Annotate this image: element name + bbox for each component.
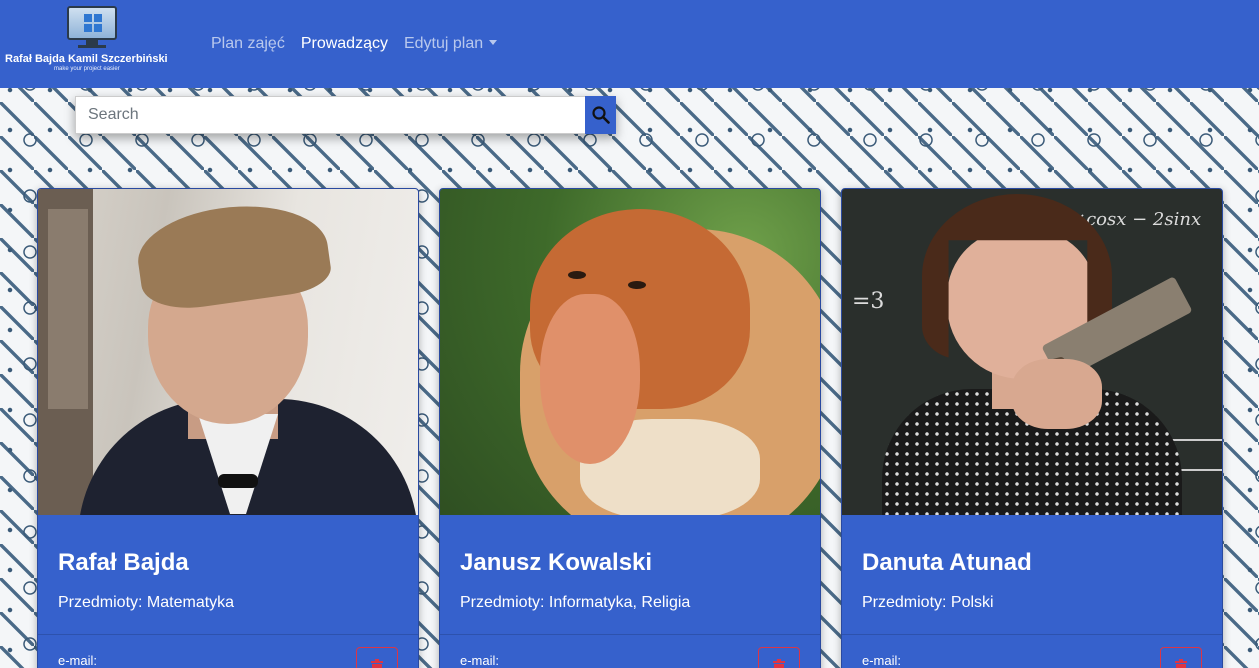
teacher-subjects: Przedmioty: Informatyka, Religia	[460, 594, 691, 611]
windows-logo-icon	[84, 14, 102, 32]
teacher-photo	[440, 189, 820, 515]
card-body: Janusz Kowalski Przedmioty: Informatyka,…	[440, 515, 820, 635]
monitor-icon	[67, 6, 117, 40]
card-footer: e-mail:	[38, 635, 418, 668]
nav-dropdown-edytuj-plan[interactable]: Edytuj plan	[396, 0, 505, 88]
navbar: Rafał Bajda Kamil Szczerbiński make your…	[0, 0, 1259, 88]
teacher-subjects: Przedmioty: Polski	[862, 594, 994, 611]
teacher-card: Rafał Bajda Przedmioty: Matematyka e-mai…	[37, 188, 419, 668]
trash-icon	[773, 659, 785, 668]
brand-logo[interactable]: Rafał Bajda Kamil Szczerbiński make your…	[0, 0, 190, 88]
card-body: Rafał Bajda Przedmioty: Matematyka	[38, 515, 418, 635]
chalkboard-text: =3	[852, 289, 885, 314]
search-icon	[591, 106, 610, 124]
delete-teacher-button[interactable]	[758, 647, 800, 668]
teacher-card: 4π ×cosx − 2sinx =3 x³ Danuta Atunad Prz…	[841, 188, 1223, 668]
monitor-base	[78, 45, 106, 48]
trash-icon	[371, 659, 383, 668]
teacher-subjects: Przedmioty: Matematyka	[58, 594, 235, 611]
teacher-name: Danuta Atunad	[862, 549, 1032, 576]
teacher-photo: 4π ×cosx − 2sinx =3 x³	[842, 189, 1222, 515]
card-footer: e-mail:	[842, 635, 1222, 668]
brand-name: Rafał Bajda Kamil Szczerbiński	[5, 53, 168, 65]
teacher-name: Janusz Kowalski	[460, 549, 653, 576]
search-button[interactable]	[585, 96, 616, 134]
email-label: e-mail:	[460, 653, 500, 668]
card-footer: e-mail:	[440, 635, 820, 668]
trash-icon	[1175, 659, 1187, 668]
teacher-card: Janusz Kowalski Przedmioty: Informatyka,…	[439, 188, 821, 668]
nav-dropdown-label: Edytuj plan	[403, 35, 484, 52]
search-input[interactable]	[75, 96, 585, 134]
caret-down-icon	[489, 40, 498, 45]
brand-tagline: make your project easier	[54, 66, 120, 72]
email-label: e-mail:	[862, 653, 902, 668]
search-bar	[75, 96, 616, 134]
delete-teacher-button[interactable]	[356, 647, 398, 668]
nav-links: Plan zajęć Prowadzący Edytuj plan	[203, 0, 505, 88]
email-label: e-mail:	[58, 653, 98, 668]
nav-link-plan-zajec[interactable]: Plan zajęć	[203, 0, 293, 88]
card-body: Danuta Atunad Przedmioty: Polski	[842, 515, 1222, 635]
teacher-name: Rafał Bajda	[58, 549, 189, 576]
nav-link-prowadzacy[interactable]: Prowadzący	[293, 0, 396, 88]
delete-teacher-button[interactable]	[1160, 647, 1202, 668]
teacher-photo	[38, 189, 418, 515]
